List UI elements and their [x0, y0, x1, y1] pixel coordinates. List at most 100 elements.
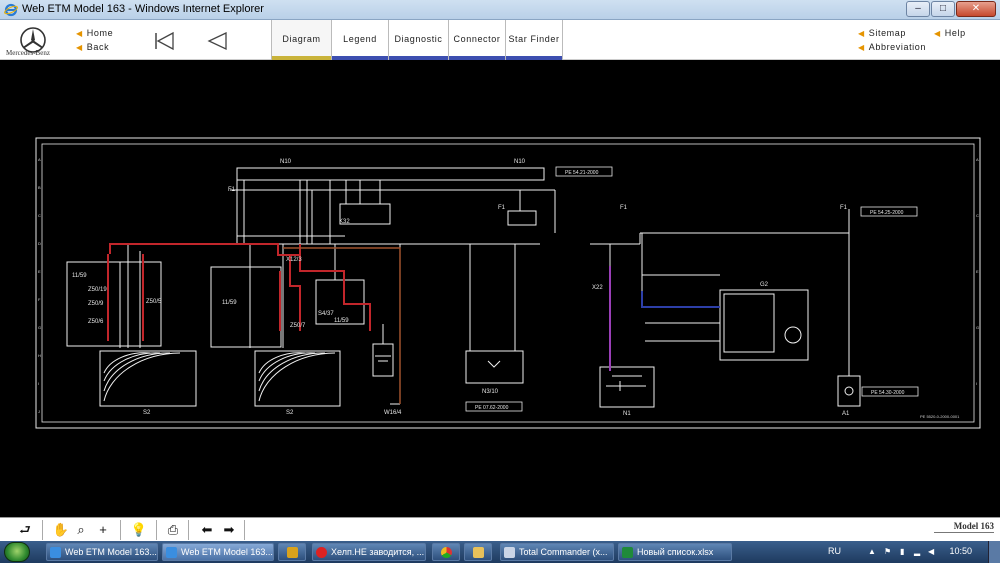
bullet-icon: ◀ [934, 29, 941, 38]
sitemap-link[interactable]: ◀ Sitemap [858, 28, 906, 38]
label-z50-6: Z50/6 [88, 319, 104, 325]
footer-code: PE 5520-0-2000-0001 [920, 414, 960, 419]
excel-icon [622, 547, 633, 558]
previous-page-icon[interactable] [205, 30, 229, 52]
label-z50-7: Z50/7 [290, 323, 306, 329]
svg-text:J: J [38, 409, 40, 414]
zoom-icon[interactable]: ⌕ [72, 521, 90, 539]
svg-text:B: B [38, 185, 41, 190]
tab-star-finder[interactable]: Star Finder [505, 20, 563, 60]
taskbar-item-chrome[interactable] [432, 543, 460, 561]
back-link-label: Back [86, 42, 110, 52]
network-icon[interactable]: ▂ [914, 547, 922, 556]
tab-connector[interactable]: Connector [448, 20, 505, 60]
print-icon[interactable]: ⎙ [164, 521, 182, 539]
ref-pe-5430: PE 54.30-2000 [871, 390, 905, 396]
lightbulb-icon[interactable]: 💡 [130, 521, 148, 539]
taskbar-item-media[interactable] [278, 543, 306, 561]
device-icon[interactable]: ▮ [900, 547, 908, 556]
show-desktop-button[interactable] [988, 541, 1000, 563]
bullet-icon: ◀ [858, 29, 865, 38]
opera-icon [316, 547, 327, 558]
tab-legend[interactable]: Legend [331, 20, 388, 60]
minimize-button[interactable]: – [906, 1, 930, 17]
tab-star-finder-label: Star Finder [508, 34, 560, 44]
arrow-right-icon[interactable]: ➡ [220, 521, 238, 539]
label-n10-a: N10 [280, 159, 292, 165]
back-link[interactable]: ◀ Back [76, 42, 109, 52]
flag-icon[interactable]: ⚑ [884, 547, 892, 556]
taskbar-item-label: Total Commander (x... [519, 547, 608, 557]
label-z50-9: Z50/9 [88, 301, 104, 307]
svg-text:I: I [38, 381, 39, 386]
label-11-59-a: 11/59 [72, 273, 87, 279]
sitemap-link-label: Sitemap [868, 28, 906, 38]
ie-icon [50, 547, 61, 558]
volume-icon[interactable]: ◀ [928, 547, 936, 556]
taskbar-item-explorer[interactable] [464, 543, 492, 561]
label-f1-c: F1 [620, 205, 628, 211]
crosshair-icon[interactable]: + [94, 521, 112, 539]
tab-diagram[interactable]: Diagram [271, 20, 331, 60]
label-f1-b: F1 [498, 205, 506, 211]
svg-text:G: G [976, 325, 979, 330]
clock[interactable]: 10:50 [949, 546, 972, 556]
wires-red [107, 243, 371, 341]
taskbar-item-opera[interactable]: Хелп.НЕ заводится, ... [312, 543, 426, 561]
internet-explorer-icon [4, 3, 18, 17]
close-button[interactable]: ✕ [956, 1, 996, 17]
wiring-diagram: ABCD EFGH IJ ACEGI N10 N10 F1 F1 F1 F1 K… [35, 137, 981, 429]
home-link[interactable]: ◀ Home [76, 28, 113, 38]
tray-arrow-icon[interactable]: ▲ [868, 547, 876, 556]
first-page-icon[interactable] [152, 30, 176, 52]
svg-text:C: C [38, 213, 41, 218]
total-commander-icon [504, 547, 515, 558]
label-f1-a: F1 [228, 187, 236, 193]
svg-text:A: A [38, 157, 41, 162]
chrome-icon [441, 547, 452, 558]
help-link[interactable]: ◀ Help [934, 28, 966, 38]
title-bar: Web ETM Model 163 - Windows Internet Exp… [0, 0, 1000, 20]
arrow-left-icon[interactable]: ⬅ [198, 521, 216, 539]
wire-blue [641, 291, 720, 308]
frame-ticks: A B C D E F G H I J A C E G I [38, 157, 979, 414]
label-n1: N1 [623, 411, 631, 417]
start-button[interactable] [4, 542, 30, 562]
bullet-icon: ◀ [76, 29, 83, 38]
abbreviation-link[interactable]: ◀ Abbreviation [858, 42, 926, 52]
svg-text:E: E [38, 269, 41, 274]
taskbar-item-ie-2[interactable]: Web ETM Model 163... [162, 543, 274, 561]
ref-pe-0762: PE 07.62-2000 [475, 405, 509, 411]
return-icon[interactable]: ⮐ [16, 521, 34, 539]
tab-legend-label: Legend [343, 34, 377, 44]
taskbar-item-label: Web ETM Model 163... [181, 547, 273, 557]
taskbar-item-excel[interactable]: Новый список.xlsx [618, 543, 732, 561]
ie-icon [166, 547, 177, 558]
component-labels: N10 N10 F1 F1 F1 F1 K32 Z50/19 Z50/5 Z50… [72, 159, 850, 417]
tab-diagnostic-label: Diagnostic [394, 34, 443, 44]
svg-text:G: G [38, 325, 41, 330]
top-navigation: Mercedes-Benz ◀ Home ◀ Back Diagram Legend… [0, 20, 1000, 60]
label-s2-b: S2 [286, 410, 294, 416]
ie-window: Web ETM Model 163 - Windows Internet Exp… [0, 0, 1000, 563]
label-x22: X22 [592, 285, 603, 291]
label-x12-3: X12/3 [286, 257, 302, 263]
ref-pe-5425: PE 54.25-2000 [870, 210, 904, 216]
language-indicator[interactable]: RU [828, 546, 841, 556]
label-z50-19: Z50/19 [88, 287, 107, 293]
bullet-icon: ◀ [76, 43, 83, 52]
taskbar-item-ie-1[interactable]: Web ETM Model 163... [46, 543, 158, 561]
reference-boxes: PE 54.21-2000 PE 54.25-2000 PE 54.30-200… [465, 166, 960, 419]
media-player-icon [287, 547, 298, 558]
taskbar-item-label: Web ETM Model 163... [65, 547, 157, 557]
label-f1-d: F1 [840, 205, 848, 211]
maximize-button[interactable]: □ [931, 1, 955, 17]
bullet-icon: ◀ [858, 43, 865, 52]
label-11-59-b: 11/59 [222, 300, 237, 306]
pan-hand-icon[interactable]: ✋ [52, 521, 70, 539]
taskbar-item-total-commander[interactable]: Total Commander (x... [500, 543, 614, 561]
wiring-diagram-canvas[interactable]: ABCD EFGH IJ ACEGI N10 N10 F1 F1 F1 F1 K… [0, 61, 1000, 517]
label-w16-4: W16/4 [384, 410, 402, 416]
home-link-label: Home [86, 28, 114, 38]
tab-diagnostic[interactable]: Diagnostic [388, 20, 448, 60]
